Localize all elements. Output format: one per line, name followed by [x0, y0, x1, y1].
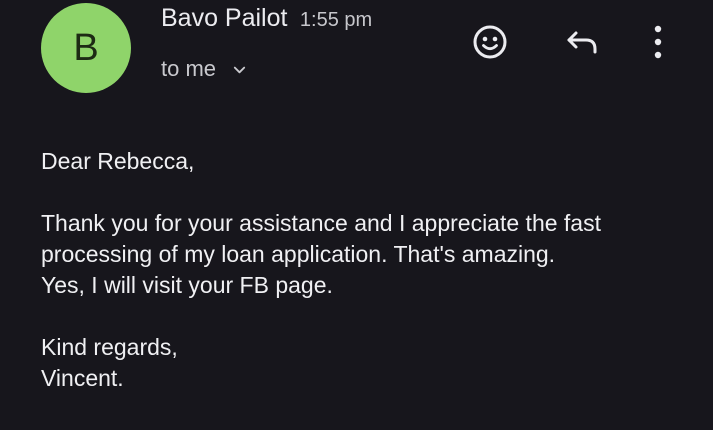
emoji-reaction-button[interactable]: [470, 22, 510, 62]
sender-avatar[interactable]: B: [41, 3, 131, 93]
avatar-initial: B: [73, 27, 99, 69]
sender-line: Bavo Pailot 1:55 pm: [161, 4, 372, 33]
message-closing: Kind regards,: [41, 334, 178, 360]
message-greeting: Dear Rebecca,: [41, 148, 195, 174]
reply-icon: [567, 31, 597, 54]
reply-button[interactable]: [560, 22, 604, 62]
message-line-3: Yes, I will visit your FB page.: [41, 272, 333, 298]
emoji-smile-icon: [473, 25, 507, 59]
sender-name[interactable]: Bavo Pailot: [161, 4, 287, 32]
more-options-button[interactable]: [646, 20, 670, 64]
email-time: 1:55 pm: [299, 9, 373, 31]
more-vert-icon: [654, 25, 662, 59]
message-line-2: processing of my loan application. That'…: [41, 241, 556, 267]
message-signature: Vincent.: [41, 365, 124, 391]
recipient-label: to me: [161, 56, 217, 81]
message-line-1: Thank you for your assistance and I appr…: [41, 210, 601, 236]
email-body: Dear Rebecca, Thank you for your assista…: [41, 146, 691, 394]
email-header: B Bavo Pailot 1:55 pm to me: [0, 0, 713, 110]
chevron-down-icon: [233, 66, 246, 73]
recipient-toggle[interactable]: to me: [161, 56, 247, 82]
